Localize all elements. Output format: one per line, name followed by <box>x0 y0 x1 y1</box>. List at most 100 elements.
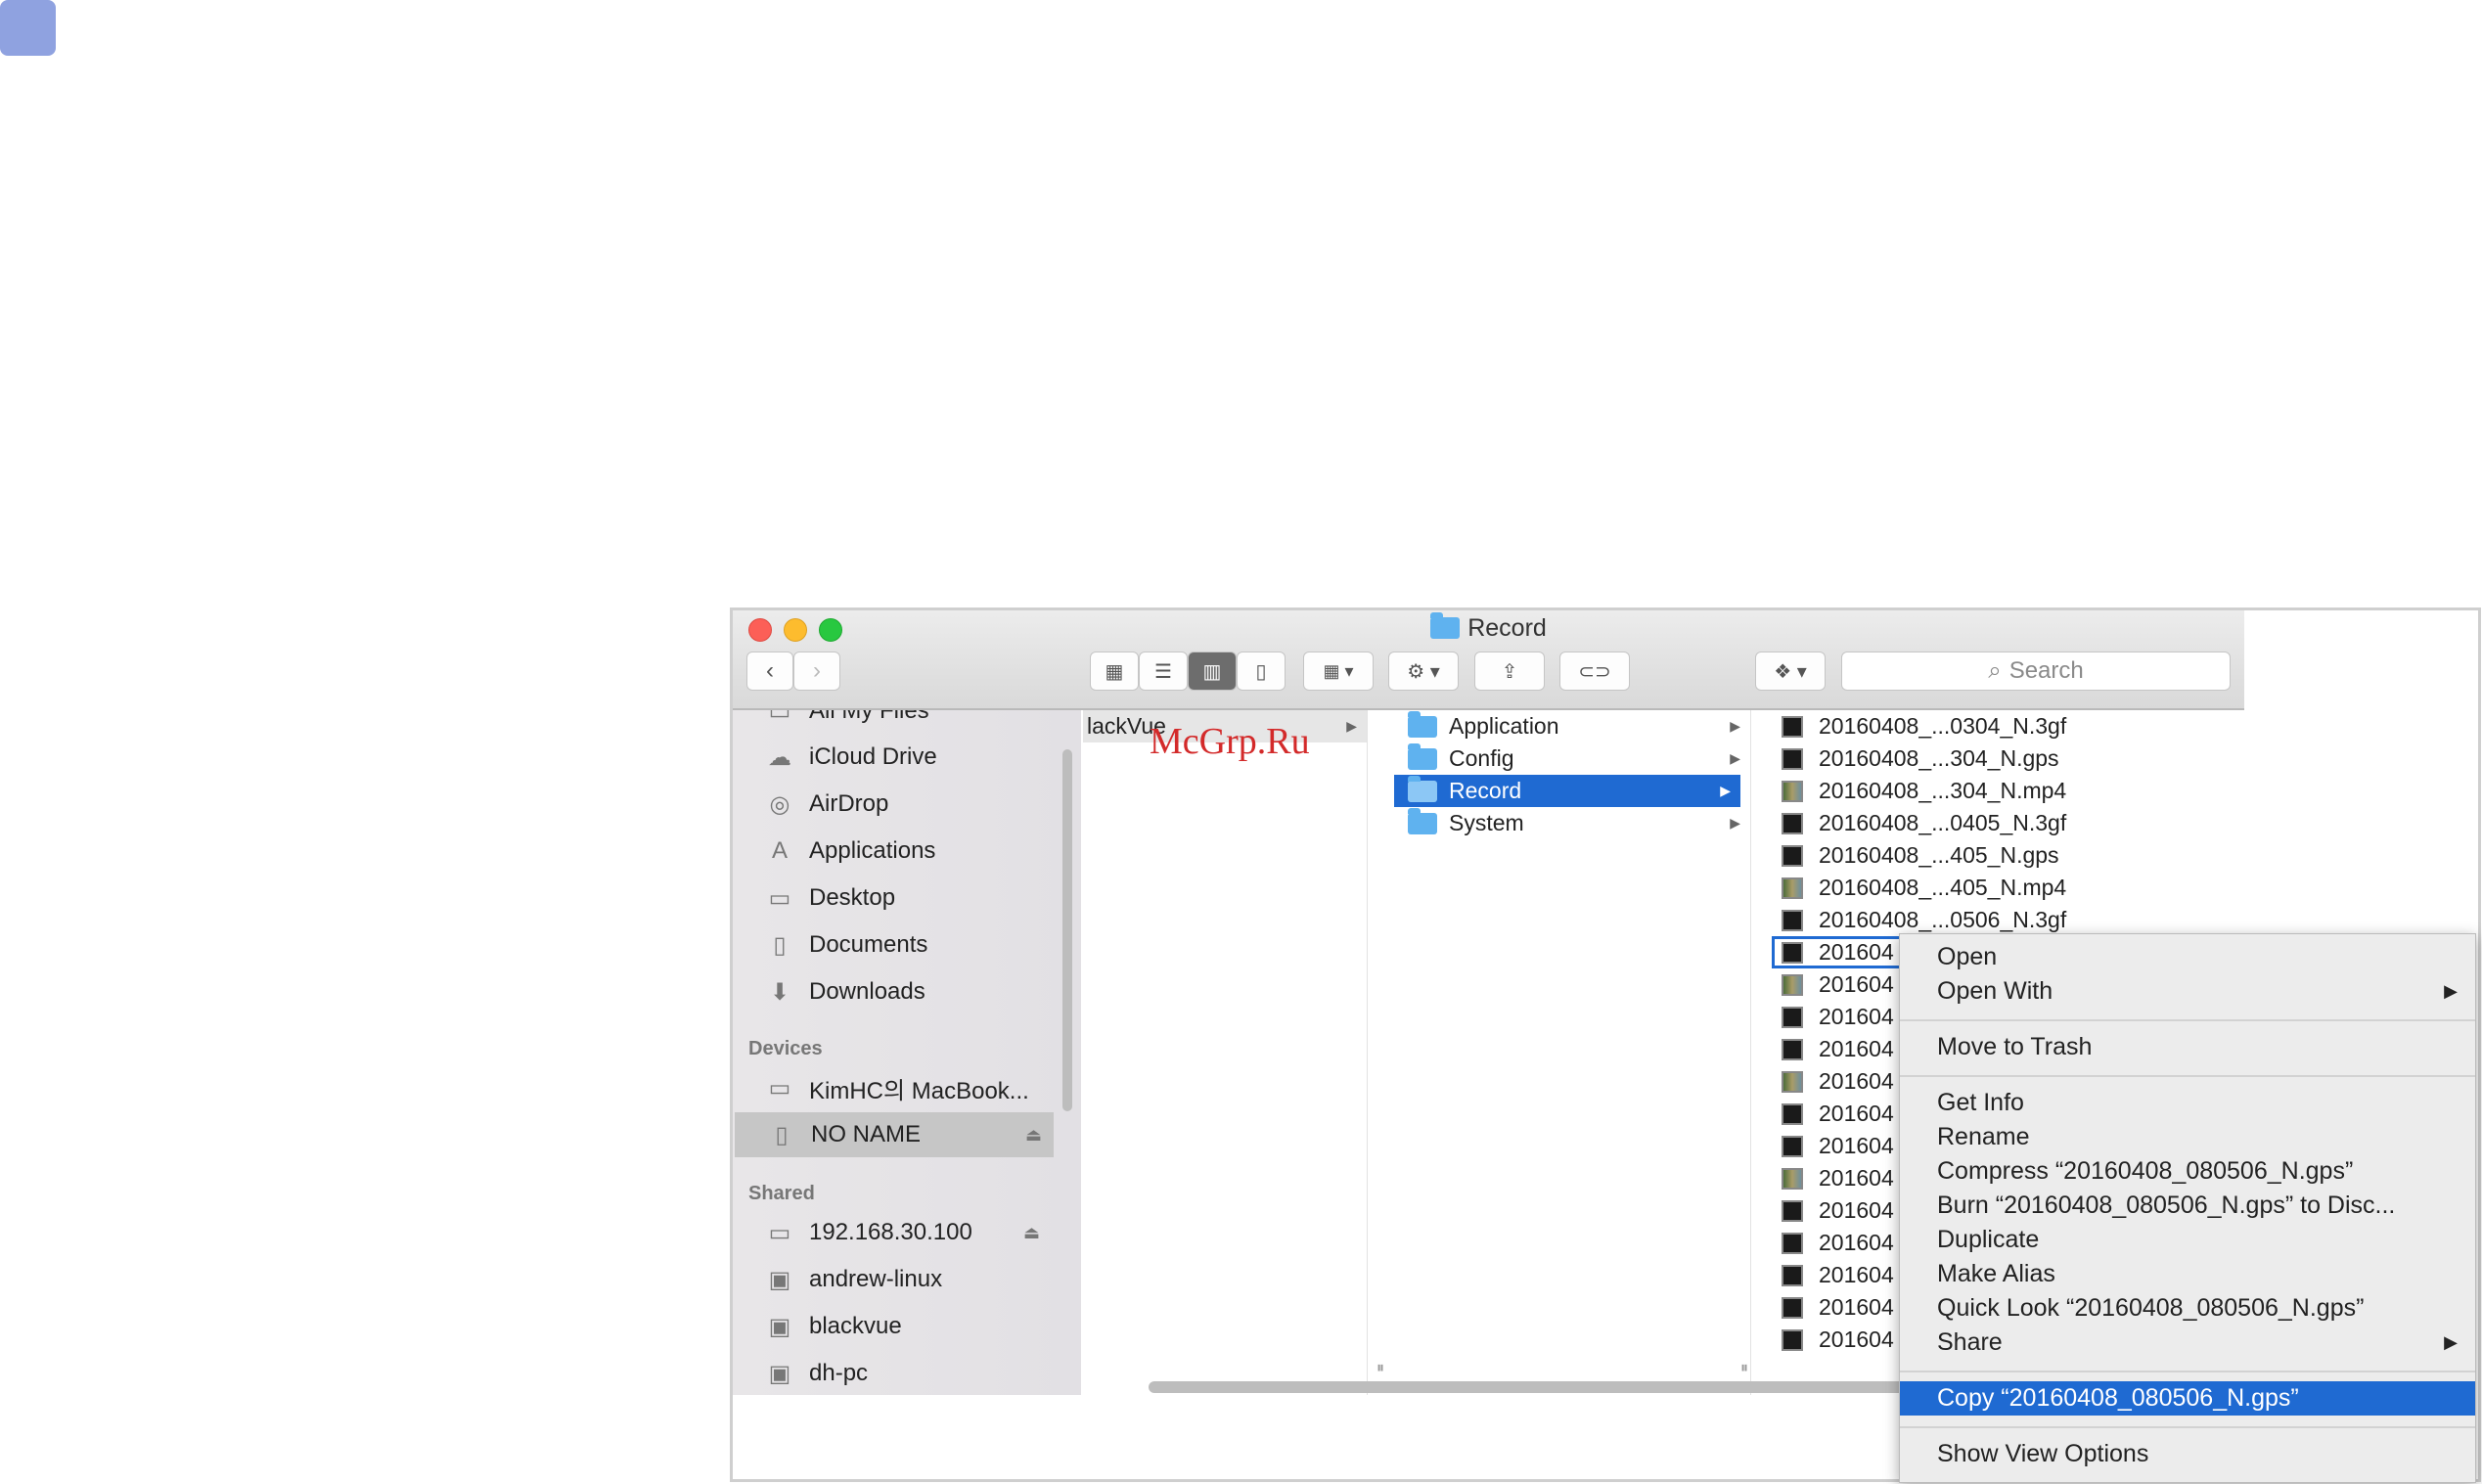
sidebar-item-applications[interactable]: A Applications <box>733 829 1081 874</box>
file-row[interactable]: 201604 <box>1772 968 1918 1001</box>
column-resize-handle[interactable]: ⏸ <box>1740 1360 1748 1377</box>
sidebar-item-dh-pc[interactable]: ▣ dh-pc <box>733 1351 1081 1395</box>
airdrop-icon: ◎ <box>769 790 790 818</box>
menu-separator <box>1900 1426 2475 1428</box>
documents-icon: ▯ <box>773 931 787 959</box>
forward-button[interactable]: › <box>793 652 840 691</box>
sidebar-item-all-my-files[interactable]: ▭ All My Files <box>733 710 1081 734</box>
menu-item-label: Move to Trash <box>1937 1033 2093 1060</box>
file-row[interactable]: 20160408_...0506_N.3gf <box>1772 904 2134 936</box>
menu-separator <box>1900 1371 2475 1372</box>
icon-view-button[interactable]: ▦ <box>1090 652 1139 691</box>
sidebar-item-label: Desktop <box>809 884 896 911</box>
file-row[interactable]: 20160408_...304_N.mp4 <box>1772 775 2134 807</box>
submenu-arrow-icon: ▶ <box>2444 981 2458 1001</box>
menu-item-burn[interactable]: Burn “20160408_080506_N.gps” to Disc... <box>1900 1189 2475 1223</box>
sidebar-item-blackvue[interactable]: ▣ blackvue <box>733 1304 1081 1349</box>
file-row[interactable]: 201604 <box>1772 1033 1918 1065</box>
share-button[interactable]: ⇪ <box>1474 652 1545 691</box>
cloud-icon: ☁ <box>768 743 791 771</box>
sidebar-item-macbook[interactable]: ▭ KimHC의 MacBook... <box>733 1065 1081 1110</box>
file-row[interactable]: 201604 <box>1772 1194 1918 1227</box>
file-row[interactable]: 201604 <box>1772 1065 1918 1098</box>
menu-item-show-view-options[interactable]: Show View Options <box>1900 1437 2475 1471</box>
folder-icon <box>1408 775 1437 802</box>
file-row[interactable]: 201604 <box>1772 1291 1918 1324</box>
document-icon <box>1782 844 1803 867</box>
file-row[interactable]: 201604 <box>1772 1130 1918 1162</box>
menu-item-make-alias[interactable]: Make Alias <box>1900 1257 2475 1291</box>
file-row[interactable]: 20160408_...405_N.gps <box>1772 839 2134 872</box>
folder-label: Record <box>1449 778 1522 803</box>
list-view-button[interactable]: ☰ <box>1139 652 1188 691</box>
horizontal-scrollbar[interactable] <box>1149 1381 1970 1393</box>
column-view-button[interactable]: ▥ <box>1188 652 1237 691</box>
menu-item-open-with[interactable]: Open With ▶ <box>1900 974 2475 1009</box>
menu-item-compress[interactable]: Compress “20160408_080506_N.gps” <box>1900 1154 2475 1189</box>
document-icon <box>1782 909 1803 931</box>
folder-label: Config <box>1449 745 1514 771</box>
folder-row[interactable]: Application ▶ <box>1394 710 1750 742</box>
menu-item-copy[interactable]: Copy “20160408_080506_N.gps” <box>1900 1381 2475 1416</box>
file-row[interactable]: 20160408_...405_N.mp4 <box>1772 872 2134 904</box>
folder-row[interactable]: System ▶ <box>1394 807 1750 839</box>
file-row[interactable]: 201604 <box>1772 1227 1918 1259</box>
search-placeholder: Search <box>2008 657 2084 684</box>
file-label: 201604 <box>1819 1197 1894 1223</box>
document-icon <box>1782 715 1803 738</box>
video-icon <box>1782 877 1803 899</box>
downloads-icon: ⬇ <box>769 978 790 1006</box>
folder-row-selected[interactable]: Record ▶ <box>1394 775 1740 807</box>
action-button[interactable]: ⚙ ▾ <box>1388 652 1459 691</box>
sidebar-item-no-name[interactable]: ▯ NO NAME ⏏ <box>735 1112 1054 1157</box>
file-label: 20160408_...304_N.mp4 <box>1819 778 2067 803</box>
title-bar: Record ‹ › ▦ ☰ ▥ ▯ ▦ ▾ ⚙ ▾ ⇪ ⊂⊃ ❖ ▾ ⌕ Sea… <box>733 610 2244 710</box>
sidebar-item-documents[interactable]: ▯ Documents <box>733 922 1081 967</box>
tags-button[interactable]: ⊂⊃ <box>1559 652 1630 691</box>
folder-row[interactable]: Config ▶ <box>1394 742 1750 775</box>
sidebar-item-label: KimHC의 MacBook... <box>809 1077 1029 1104</box>
cover-flow-button[interactable]: ▯ <box>1237 652 1286 691</box>
menu-item-quick-look[interactable]: Quick Look “20160408_080506_N.gps” <box>1900 1291 2475 1326</box>
eject-icon[interactable]: ⏏ <box>1023 1223 1040 1243</box>
menu-item-rename[interactable]: Rename <box>1900 1120 2475 1154</box>
menu-item-get-info[interactable]: Get Info <box>1900 1086 2475 1120</box>
eject-icon[interactable]: ⏏ <box>1025 1125 1042 1146</box>
dropbox-button[interactable]: ❖ ▾ <box>1755 652 1826 691</box>
sidebar-item-label: blackvue <box>809 1313 902 1339</box>
column-2: Application ▶ Config ▶ Record ▶ System ▶ ⏸ <box>1394 710 1751 1395</box>
file-row[interactable]: 20160408_...304_N.gps <box>1772 742 2134 775</box>
sidebar-item-192-168-30-100[interactable]: ▭ 192.168.30.100 ⏏ <box>733 1210 1081 1255</box>
search-field[interactable]: ⌕ Search <box>1841 652 2231 691</box>
menu-item-label: Show View Options <box>1937 1440 2149 1467</box>
sidebar-item-label: Applications <box>809 837 936 864</box>
file-row-selected[interactable]: 201604 <box>1772 936 1918 968</box>
file-row[interactable]: 201604 <box>1772 1259 1918 1291</box>
file-row[interactable]: 201604 <box>1772 1001 1918 1033</box>
sidebar-item-andrew-linux[interactable]: ▣ andrew-linux <box>733 1257 1081 1302</box>
monitor-icon: ▣ <box>768 1360 791 1387</box>
file-row[interactable]: 201604 <box>1772 1324 1918 1356</box>
tag-icon: ⊂⊃ <box>1578 660 1611 683</box>
menu-item-duplicate[interactable]: Duplicate <box>1900 1223 2475 1257</box>
menu-item-open[interactable]: Open <box>1900 940 2475 974</box>
drive-icon: ▯ <box>775 1121 789 1148</box>
sidebar-item-desktop[interactable]: ▭ Desktop <box>733 876 1081 921</box>
file-row[interactable]: 201604 <box>1772 1162 1918 1194</box>
file-row[interactable]: 201604 <box>1772 1098 1918 1130</box>
sidebar-item-downloads[interactable]: ⬇ Downloads <box>733 969 1081 1014</box>
back-button[interactable]: ‹ <box>746 652 793 691</box>
list-icon: ☰ <box>1154 660 1172 683</box>
file-label: 201604 <box>1819 1004 1894 1029</box>
column-resize-handle[interactable]: ⏸ <box>1376 1360 1384 1377</box>
menu-item-label: Get Info <box>1937 1089 2024 1116</box>
sidebar-item-icloud-drive[interactable]: ☁ iCloud Drive <box>733 735 1081 780</box>
file-row[interactable]: 20160408_...0405_N.3gf <box>1772 807 2134 839</box>
arrange-button[interactable]: ▦ ▾ <box>1303 652 1374 691</box>
file-row[interactable]: 20160408_...0304_N.3gf <box>1772 710 2134 742</box>
window-title-text: Record <box>1467 614 1547 642</box>
menu-item-move-to-trash[interactable]: Move to Trash <box>1900 1030 2475 1064</box>
menu-item-share[interactable]: Share ▶ <box>1900 1326 2475 1360</box>
sidebar-item-airdrop[interactable]: ◎ AirDrop <box>733 782 1081 827</box>
chevron-right-icon: ▶ <box>1346 718 1357 734</box>
